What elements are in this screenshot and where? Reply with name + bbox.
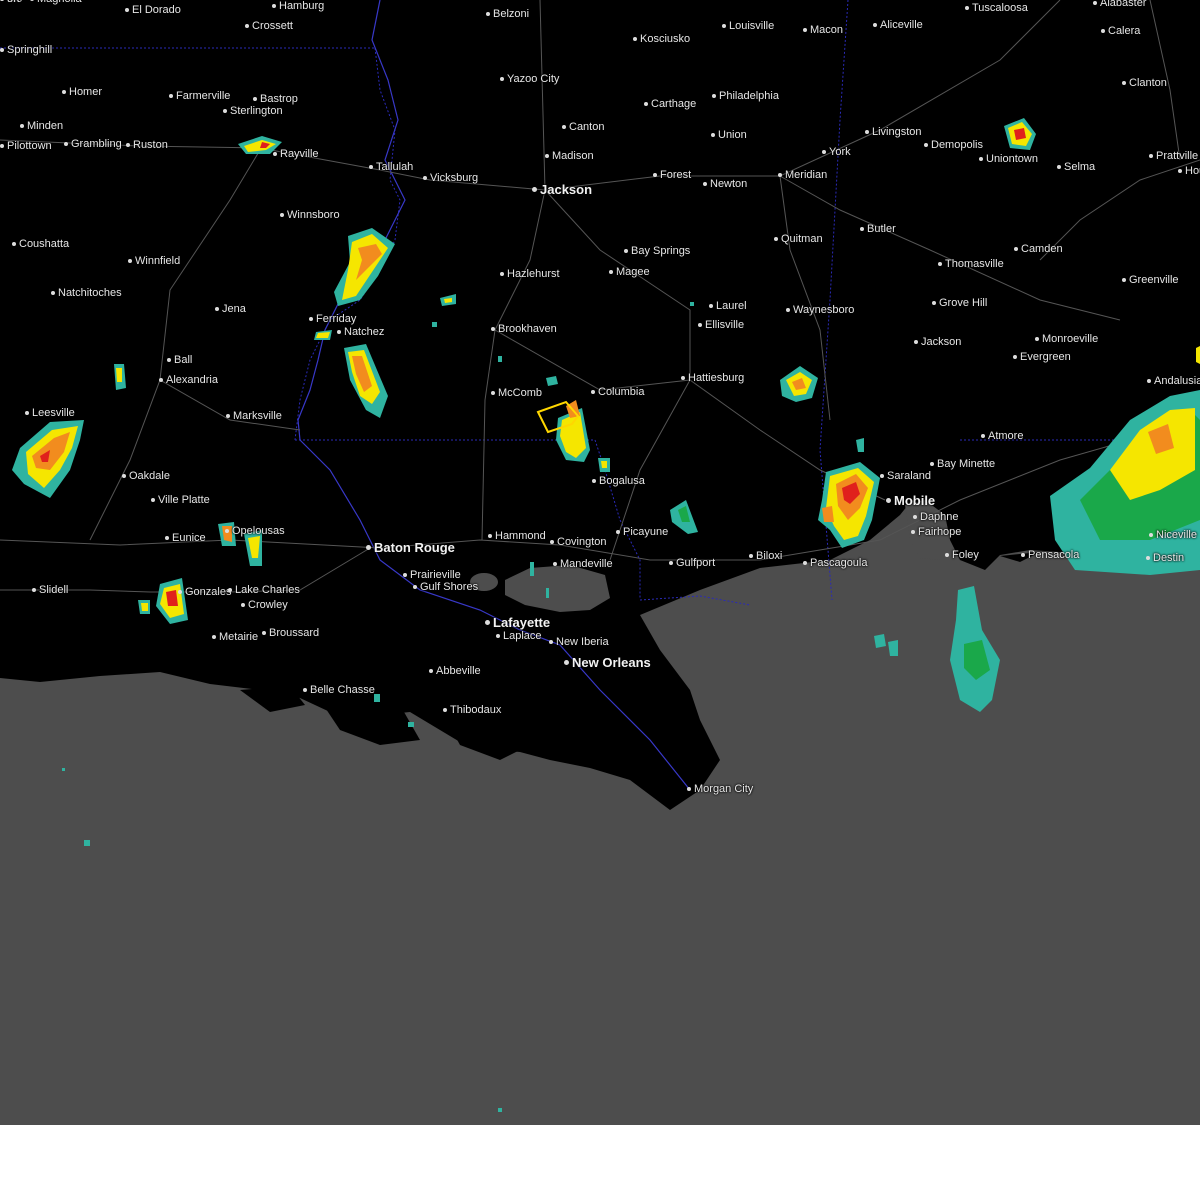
radar-map[interactable]: MagnoliaEl DoradoHamburgBelzoniCrossettL…	[0, 0, 1200, 1125]
radar-cell-mobile	[818, 438, 880, 548]
radar-cell-hattiesburg-east	[780, 366, 818, 402]
map-canvas	[0, 0, 1200, 1125]
radar-cell-florida-panhandle	[1050, 346, 1200, 575]
radar-cell-uniontown	[1004, 118, 1036, 150]
state-borders	[0, 0, 1120, 606]
radar-cell-opelousas	[218, 522, 262, 566]
radar-cell-picayune	[670, 500, 698, 534]
radar-cell-small-alexandria	[114, 364, 126, 390]
radar-cell-small-north-ms	[440, 294, 456, 306]
lake-pontchartrain	[505, 565, 610, 612]
road-network	[0, 0, 1200, 593]
radar-cell-ms-river-north	[334, 228, 395, 306]
lake-maurepas	[470, 573, 498, 591]
radar-cell-crowley	[138, 578, 188, 624]
radar-cell-natchez	[314, 330, 388, 418]
radar-cell-leesville	[12, 420, 84, 498]
page-bottom-margin	[0, 1125, 1200, 1200]
